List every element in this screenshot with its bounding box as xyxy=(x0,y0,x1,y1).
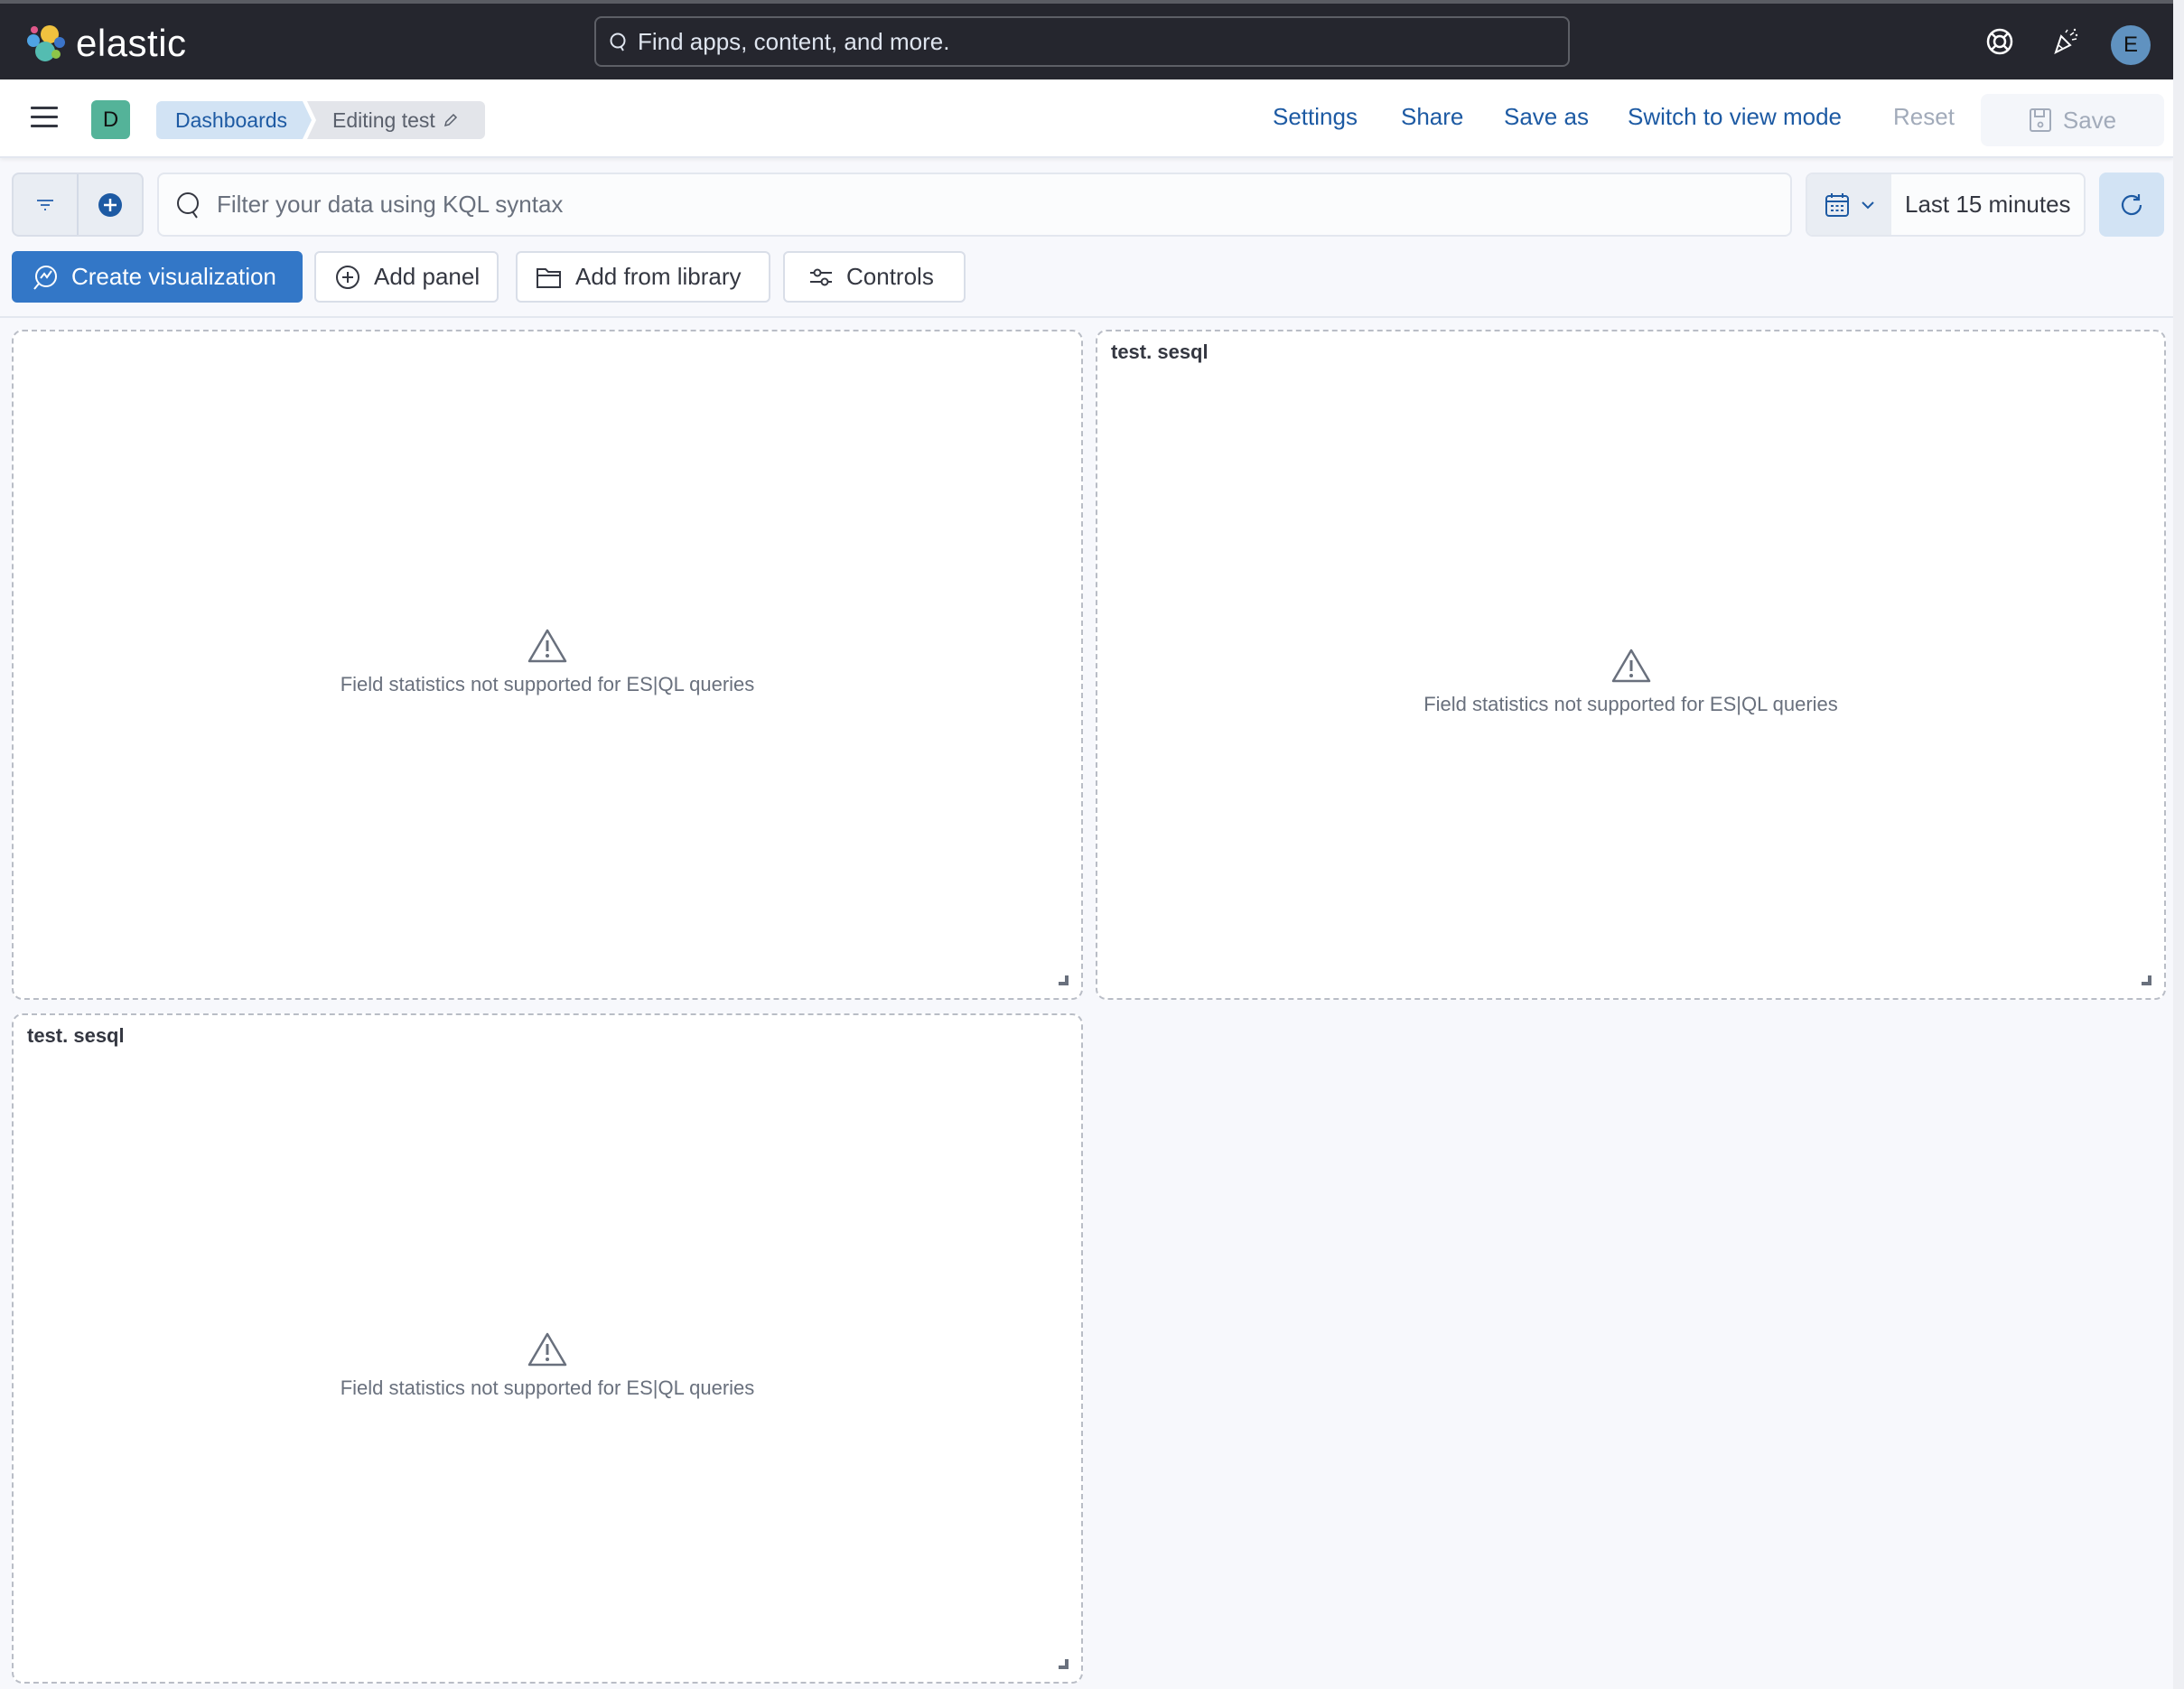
plus-circle-icon xyxy=(98,192,122,217)
resize-handle[interactable] xyxy=(1059,975,1069,985)
panel-message-text: Field statistics not supported for ES|QL… xyxy=(340,673,755,695)
breadcrumb-label: Dashboards xyxy=(175,107,288,132)
date-picker: Last 15 minutes xyxy=(1806,173,2086,237)
brand-name: elastic xyxy=(76,22,187,64)
panel-error-message: Field statistics not supported for ES|QL… xyxy=(14,628,1081,696)
breadcrumb-dashboards[interactable]: Dashboards xyxy=(156,101,312,139)
kql-query-input[interactable] xyxy=(217,191,1752,219)
space-avatar[interactable]: D xyxy=(91,100,130,139)
resize-handle[interactable] xyxy=(1059,1659,1069,1669)
pencil-icon xyxy=(443,113,457,127)
controls-button[interactable]: Controls xyxy=(783,251,966,303)
save-button[interactable]: Save xyxy=(1981,94,2164,146)
page-scrollbar[interactable] xyxy=(2173,0,2184,1689)
create-visualization-button[interactable]: Create visualization xyxy=(12,251,303,303)
panel-error-message: Field statistics not supported for ES|QL… xyxy=(14,1331,1081,1400)
kql-query-field[interactable] xyxy=(157,173,1792,237)
add-from-library-label: Add from library xyxy=(575,263,742,290)
filter-options-button[interactable] xyxy=(14,174,79,235)
create-visualization-label: Create visualization xyxy=(71,263,276,290)
refresh-button[interactable] xyxy=(2099,173,2164,237)
panel-message-text: Field statistics not supported for ES|QL… xyxy=(340,1376,755,1399)
global-search[interactable] xyxy=(594,16,1570,67)
elastic-logo[interactable]: elastic xyxy=(25,22,187,65)
save-label: Save xyxy=(2062,106,2117,134)
add-from-library-button[interactable]: Add from library xyxy=(516,251,770,303)
search-icon xyxy=(610,33,626,51)
panel-title: test. sesql xyxy=(1111,341,1209,363)
add-panel-button[interactable]: Add panel xyxy=(314,251,499,303)
toolbar-divider xyxy=(0,316,2173,318)
folder-icon xyxy=(537,267,561,288)
calendar-icon xyxy=(1825,192,1849,217)
elastic-cluster-icon xyxy=(27,25,65,61)
filter-controls xyxy=(12,173,144,237)
controls-sliders-icon xyxy=(810,268,832,285)
panel-error-message: Field statistics not supported for ES|QL… xyxy=(1097,648,2164,716)
quick-select-button[interactable] xyxy=(1807,174,1891,235)
warning-triangle-icon xyxy=(527,629,567,663)
breadcrumb-bar: D Dashboards Editing test Settings Share… xyxy=(0,79,2173,158)
user-avatar[interactable]: E xyxy=(2111,25,2151,65)
warning-triangle-icon xyxy=(1611,649,1650,683)
news-celebration-icon[interactable] xyxy=(2049,25,2081,58)
filter-icon xyxy=(37,199,53,210)
add-panel-label: Add panel xyxy=(374,263,481,290)
resize-handle[interactable] xyxy=(2142,975,2151,985)
time-range-display[interactable]: Last 15 minutes xyxy=(1891,174,2084,235)
chevron-down-icon xyxy=(1861,201,1874,209)
dashboard-panel[interactable]: Field statistics not supported for ES|QL… xyxy=(12,330,1083,1000)
save-disk-icon xyxy=(2029,108,2051,132)
panel-title: test. sesql xyxy=(27,1024,125,1047)
settings-button[interactable]: Settings xyxy=(1273,103,1358,131)
reset-button[interactable]: Reset xyxy=(1893,103,1955,131)
save-as-button[interactable]: Save as xyxy=(1504,103,1589,131)
share-button[interactable]: Share xyxy=(1401,103,1463,131)
help-lifebuoy-icon[interactable] xyxy=(1983,25,2016,58)
global-header: elastic E xyxy=(0,4,2184,79)
plus-circle-icon xyxy=(336,265,359,289)
warning-triangle-icon xyxy=(527,1332,567,1367)
breadcrumb-label: Editing test xyxy=(332,107,435,132)
switch-to-view-mode-button[interactable]: Switch to view mode xyxy=(1628,103,1842,131)
global-search-input[interactable] xyxy=(638,27,1541,56)
controls-label: Controls xyxy=(846,263,934,290)
menu-hamburger-icon[interactable] xyxy=(31,107,58,128)
add-filter-button[interactable] xyxy=(79,174,142,235)
dashboard-panel[interactable]: test. sesql Field statistics not support… xyxy=(1096,330,2166,1000)
search-icon xyxy=(177,191,199,219)
breadcrumb-editing-test[interactable]: Editing test xyxy=(307,101,485,139)
dashboard-panel[interactable]: test. sesql Field statistics not support… xyxy=(12,1013,1083,1684)
panel-message-text: Field statistics not supported for ES|QL… xyxy=(1423,693,1838,715)
refresh-icon xyxy=(2121,193,2142,215)
visualize-app-icon xyxy=(33,265,57,290)
